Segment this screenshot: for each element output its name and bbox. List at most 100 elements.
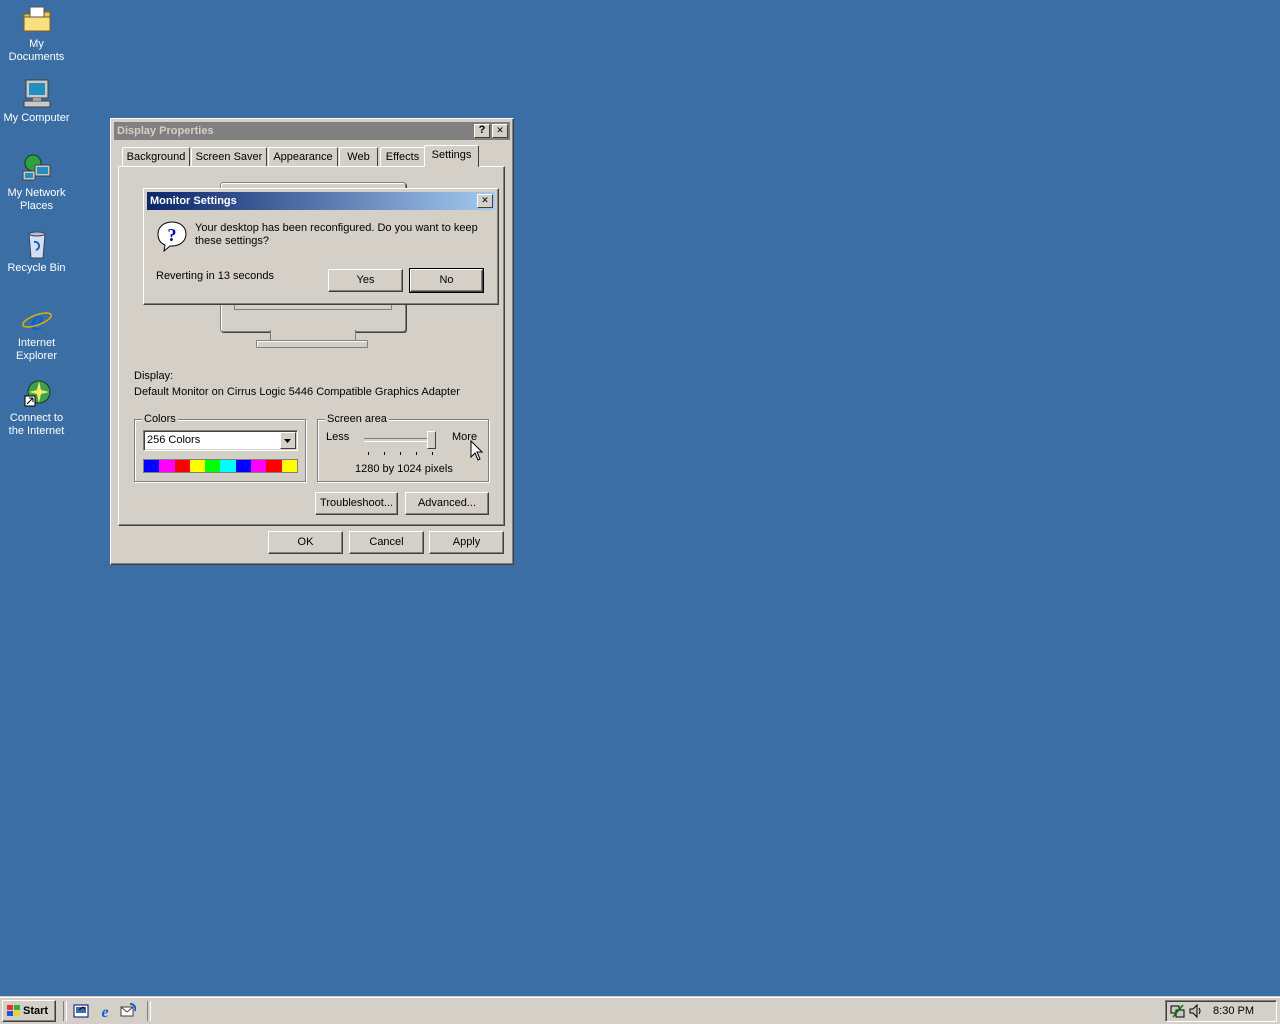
desktop-icon-internet-explorer[interactable]: e Internet Explorer [0, 303, 73, 363]
mouse-cursor-icon [470, 440, 484, 461]
tab-label: Web [347, 151, 370, 163]
palette-swatch [159, 460, 175, 472]
recycle-bin-icon [21, 228, 53, 260]
show-desktop-icon [73, 1004, 89, 1018]
internet-explorer-icon: e [21, 303, 53, 337]
computer-icon [21, 78, 53, 110]
less-label: Less [326, 431, 350, 443]
display-adapter-value: Default Monitor on Cirrus Logic 5446 Com… [134, 386, 460, 398]
system-tray: 8:30 PM [1165, 1000, 1277, 1022]
display-label: Display: [134, 370, 174, 382]
no-button[interactable]: No [409, 268, 484, 293]
taskbar: Start e 8:30 PM [0, 996, 1280, 1024]
tab-appearance[interactable]: Appearance [268, 147, 338, 166]
tray-volume[interactable] [1188, 1003, 1204, 1019]
taskbar-separator [63, 1001, 67, 1021]
folder-icon [21, 4, 53, 36]
resolution-text: 1280 by 1024 pixels [355, 463, 453, 475]
slider-tick [432, 452, 433, 455]
tab-label: Effects [385, 151, 420, 163]
palette-swatch [251, 460, 267, 472]
revert-countdown: Reverting in 13 seconds [156, 270, 275, 282]
yes-button[interactable]: Yes [328, 269, 403, 292]
quick-launch-show-desktop[interactable] [73, 1003, 89, 1019]
close-button[interactable]: ✕ [477, 194, 493, 208]
desktop-icon-label: Recycle Bin [7, 262, 66, 274]
windows-logo-icon [7, 1005, 20, 1016]
screen-area-slider[interactable] [364, 430, 438, 460]
troubleshoot-button[interactable]: Troubleshoot... [315, 492, 398, 515]
outlook-express-icon [120, 1003, 137, 1017]
ok-button[interactable]: OK [268, 531, 343, 554]
help-button[interactable]: ? [474, 124, 490, 138]
tab-label: Background [126, 151, 186, 163]
tab-web[interactable]: Web [339, 147, 378, 166]
colors-legend: Colors [142, 412, 178, 426]
colors-dropdown[interactable]: 256 Colors [143, 430, 298, 451]
desktop-icon-label: Connect to the Internet [8, 412, 65, 437]
tab-screen-saver[interactable]: Screen Saver [191, 147, 267, 166]
dialog-message: Your desktop has been reconfigured. Do y… [195, 222, 478, 247]
palette-swatch [281, 460, 297, 472]
close-button[interactable]: ✕ [492, 124, 508, 138]
desktop-icon-label: My Network Places [7, 187, 66, 212]
slider-tick [400, 452, 401, 455]
quick-launch-internet-explorer[interactable]: e [97, 1003, 113, 1021]
slider-tick [384, 452, 385, 455]
desktop-icon-label: My Documents [8, 38, 65, 63]
clock[interactable]: 8:30 PM [1213, 1005, 1254, 1018]
chevron-down-icon [284, 439, 291, 443]
display-properties-titlebar[interactable]: Display Properties ? ✕ [114, 122, 510, 140]
slider-ticks [364, 452, 436, 456]
color-palette-bar [143, 459, 298, 473]
monitor-settings-titlebar[interactable]: Monitor Settings ✕ [147, 192, 495, 210]
question-icon: ? [156, 220, 188, 253]
palette-swatch [220, 460, 236, 472]
palette-swatch [189, 460, 206, 472]
dialog-title: Monitor Settings [150, 195, 237, 207]
tab-background[interactable]: Background [122, 147, 190, 166]
advanced-button[interactable]: Advanced... [405, 492, 489, 515]
svg-text:?: ? [168, 225, 177, 245]
window-title: Display Properties [117, 125, 214, 137]
apply-button[interactable]: Apply [429, 531, 504, 554]
cancel-button[interactable]: Cancel [349, 531, 424, 554]
tab-label: Screen Saver [195, 151, 263, 163]
tab-effects[interactable]: Effects [380, 147, 425, 166]
monitor-settings-dialog: Monitor Settings ✕ ? Your desktop has be… [143, 188, 499, 305]
desktop-icon-my-computer[interactable]: My Computer [0, 78, 73, 125]
tab-settings[interactable]: Settings [424, 145, 479, 167]
desktop-icon-my-documents[interactable]: My Documents [0, 4, 73, 64]
palette-swatch [266, 460, 282, 472]
help-icon: ? [478, 124, 486, 136]
slider-thumb[interactable] [427, 431, 436, 449]
tray-network[interactable] [1170, 1003, 1186, 1019]
network-icon [1170, 1004, 1185, 1018]
palette-swatch [174, 460, 190, 472]
svg-text:e: e [30, 304, 43, 335]
desktop-icon-label: My Computer [3, 112, 70, 124]
desktop-icon-label: Internet Explorer [16, 337, 57, 362]
desktop-icon-my-network-places[interactable]: My Network Places [0, 153, 73, 213]
slider-tick [416, 452, 417, 455]
volume-icon [1189, 1003, 1201, 1019]
tab-label: Settings [431, 149, 472, 161]
screen-area-legend: Screen area [325, 412, 389, 426]
internet-explorer-icon: e [101, 1004, 108, 1021]
tab-label: Appearance [273, 151, 333, 163]
desktop-icon-recycle-bin[interactable]: Recycle Bin [0, 228, 73, 275]
palette-swatch [144, 460, 160, 472]
connect-wizard-icon [21, 378, 53, 410]
slider-track [364, 438, 436, 442]
close-icon: ✕ [481, 195, 489, 205]
svg-text:e: e [101, 1004, 108, 1019]
network-places-icon [21, 153, 53, 185]
desktop-icon-connect-to-internet[interactable]: Connect to the Internet [0, 378, 73, 438]
colors-dropdown-value: 256 Colors [147, 434, 201, 446]
quick-launch-outlook-express[interactable] [120, 1003, 137, 1019]
start-button[interactable]: Start [2, 1000, 56, 1022]
taskbar-separator [147, 1001, 151, 1021]
start-label: Start [23, 1005, 49, 1017]
dropdown-button[interactable] [280, 432, 296, 449]
palette-swatch [235, 460, 252, 472]
